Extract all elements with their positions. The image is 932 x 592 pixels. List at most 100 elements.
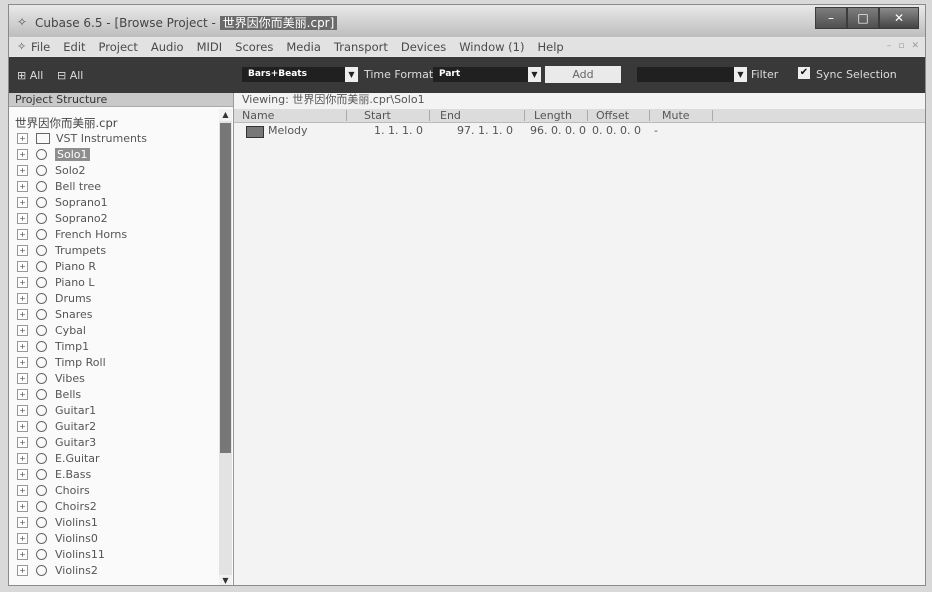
menu-file[interactable]: File [31,40,50,54]
col-header-length[interactable]: Length [534,109,572,122]
expand-icon[interactable]: + [17,420,28,432]
tree-item-french-horns[interactable]: + French Horns [17,226,127,242]
tree-item-e-guitar[interactable]: + E.Guitar [17,450,100,466]
tree-item-timp1[interactable]: + Timp1 [17,338,89,354]
column-divider[interactable] [524,110,525,121]
sync-selection-checkbox[interactable]: ✔ [798,67,810,79]
expand-icon[interactable]: + [17,308,28,320]
cell-mute[interactable]: - [654,124,658,138]
col-header-offset[interactable]: Offset [596,109,629,122]
scrollbar-thumb[interactable] [220,123,231,453]
table-row[interactable]: Melody 1. 1. 1. 0 97. 1. 1. 0 96. 0. 0. … [234,124,925,138]
expand-icon[interactable]: + [17,260,28,272]
expand-icon[interactable]: + [17,180,28,192]
menu-help[interactable]: Help [537,40,563,54]
cell-start[interactable]: 1. 1. 1. 0 [374,124,423,138]
col-header-end[interactable]: End [440,109,461,122]
col-header-mute[interactable]: Mute [662,109,690,122]
menu-midi[interactable]: MIDI [197,40,223,54]
tree-item-cybal[interactable]: + Cybal [17,322,86,338]
tree-item-vst-instruments[interactable]: + VST Instruments [17,130,147,146]
tree-item-guitar3[interactable]: + Guitar3 [17,434,96,450]
col-header-start[interactable]: Start [364,109,391,122]
menu-app-icon[interactable]: ✧ [17,40,26,53]
tree-item-violins11[interactable]: + Violins11 [17,546,105,562]
menu-scores[interactable]: Scores [235,40,273,54]
expand-all-button[interactable]: ⊞ All [17,69,43,82]
title-bar[interactable]: ✧ Cubase 6.5 - [Browse Project - 世界因你而美丽… [9,5,925,37]
tree-item-e-bass[interactable]: + E.Bass [17,466,91,482]
close-button[interactable]: ✕ [879,7,919,29]
tree-item-solo2[interactable]: + Solo2 [17,162,86,178]
expand-icon[interactable]: + [17,532,28,544]
expand-icon[interactable]: + [17,148,28,160]
cell-name[interactable]: Melody [268,124,308,138]
tree-root-project[interactable]: 世界因你而美丽.cpr [15,115,118,131]
column-divider[interactable] [429,110,430,121]
filter-select[interactable]: ▼ [637,67,747,82]
menu-window[interactable]: Window (1) [459,40,524,54]
expand-icon[interactable]: + [17,500,28,512]
expand-icon[interactable]: + [17,132,28,144]
minimize-button[interactable]: – [815,7,847,29]
expand-icon[interactable]: + [17,196,28,208]
cell-length[interactable]: 96. 0. 0. 0 [530,124,586,138]
expand-icon[interactable]: + [17,484,28,496]
expand-icon[interactable]: + [17,212,28,224]
maximize-button[interactable]: □ [847,7,879,29]
expand-icon[interactable]: + [17,452,28,464]
cell-offset[interactable]: 0. 0. 0. 0 [592,124,641,138]
tree-item-bell-tree[interactable]: + Bell tree [17,178,101,194]
tree-item-piano-l[interactable]: + Piano L [17,274,95,290]
expand-icon[interactable]: + [17,164,28,176]
tree-item-trumpets[interactable]: + Trumpets [17,242,106,258]
expand-icon[interactable]: + [17,516,28,528]
tree-item-guitar2[interactable]: + Guitar2 [17,418,96,434]
expand-icon[interactable]: + [17,468,28,480]
expand-icon[interactable]: + [17,548,28,560]
tree-item-solo1[interactable]: + Solo1 [17,146,90,162]
column-divider[interactable] [346,110,347,121]
menu-audio[interactable]: Audio [151,40,184,54]
expand-icon[interactable]: + [17,436,28,448]
expand-icon[interactable]: + [17,324,28,336]
expand-icon[interactable]: + [17,356,28,368]
expand-icon[interactable]: + [17,244,28,256]
scroll-up-icon[interactable]: ▲ [219,109,232,121]
tree-item-soprano1[interactable]: + Soprano1 [17,194,108,210]
event-type-select[interactable]: Part ▼ [433,67,541,82]
column-divider[interactable] [587,110,588,121]
tree-item-vibes[interactable]: + Vibes [17,370,85,386]
menu-devices[interactable]: Devices [401,40,446,54]
tree-item-violins0[interactable]: + Violins0 [17,530,98,546]
tree-item-choirs[interactable]: + Choirs [17,482,90,498]
collapse-all-button[interactable]: ⊟ All [57,69,83,82]
tree-item-soprano2[interactable]: + Soprano2 [17,210,108,226]
expand-icon[interactable]: + [17,372,28,384]
tree-item-violins2[interactable]: + Violins2 [17,562,98,578]
col-header-name[interactable]: Name [242,109,274,122]
tree-item-drums[interactable]: + Drums [17,290,91,306]
expand-icon[interactable]: + [17,340,28,352]
tree-item-timp-roll[interactable]: + Timp Roll [17,354,106,370]
expand-icon[interactable]: + [17,404,28,416]
expand-icon[interactable]: + [17,276,28,288]
scroll-down-icon[interactable]: ▼ [219,575,232,585]
column-divider[interactable] [712,110,713,121]
tree-item-guitar1[interactable]: + Guitar1 [17,402,96,418]
tree-item-snares[interactable]: + Snares [17,306,92,322]
expand-icon[interactable]: + [17,292,28,304]
doc-restore-button[interactable]: ▫ [898,41,904,51]
add-button[interactable]: Add [545,66,621,83]
menu-project[interactable]: Project [99,40,138,54]
tree-item-choirs2[interactable]: + Choirs2 [17,498,97,514]
doc-minimize-button[interactable]: – [887,41,892,51]
menu-media[interactable]: Media [286,40,321,54]
tree-item-bells[interactable]: + Bells [17,386,81,402]
expand-icon[interactable]: + [17,388,28,400]
cell-end[interactable]: 97. 1. 1. 0 [457,124,513,138]
tree-item-piano-r[interactable]: + Piano R [17,258,96,274]
expand-icon[interactable]: + [17,564,28,576]
doc-close-button[interactable]: ✕ [911,41,919,51]
tree-item-violins1[interactable]: + Violins1 [17,514,98,530]
